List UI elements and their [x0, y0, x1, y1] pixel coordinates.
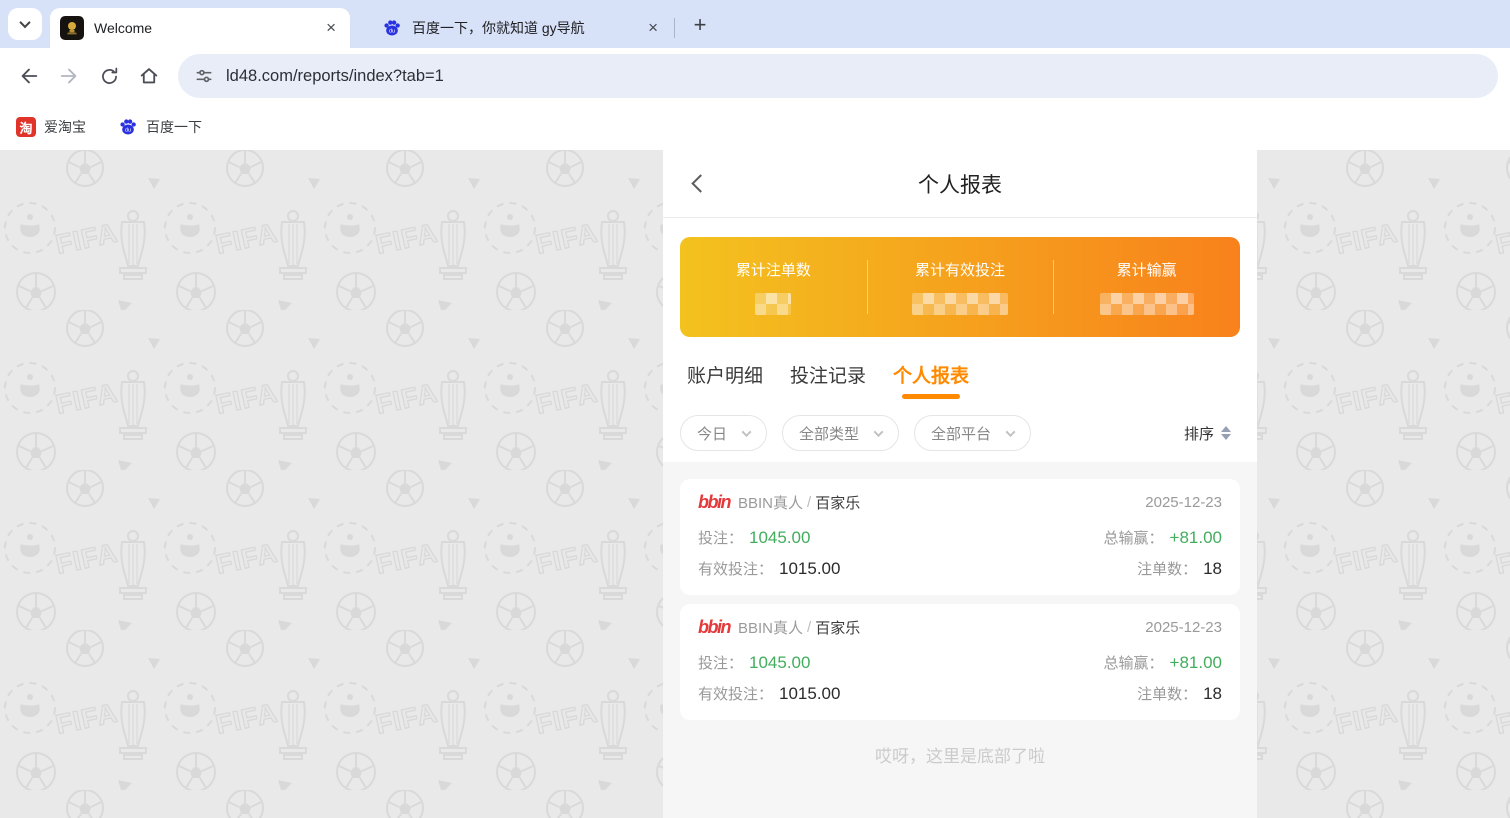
separator: /	[807, 619, 811, 636]
bookmark-aitaobao[interactable]: 淘 爱淘宝	[16, 117, 86, 137]
separator: /	[807, 494, 811, 511]
back-arrow-icon	[18, 65, 40, 87]
tab-title: 百度一下，你就知道 gy导航	[412, 18, 644, 38]
tab-separator	[674, 18, 675, 38]
page-title: 个人报表	[918, 169, 1002, 199]
stat-label: 累计有效投注	[867, 259, 1054, 280]
valid-bet-value: 1015.00	[779, 684, 840, 704]
address-bar[interactable]: ld48.com/reports/index?tab=1	[178, 54, 1498, 98]
count-label: 注单数：	[1137, 558, 1197, 579]
record-date: 2025-12-23	[1145, 494, 1222, 511]
provider-name: BBIN真人	[738, 617, 803, 638]
baidu-paw-icon: du	[382, 18, 402, 38]
valid-bet-label: 有效投注：	[698, 558, 773, 579]
filter-label: 全部平台	[931, 423, 991, 444]
page-viewport: FIFA	[0, 150, 1510, 818]
page-header: 个人报表	[663, 150, 1257, 218]
sort-label: 排序	[1184, 423, 1214, 444]
bbin-logo-icon: bbin	[698, 492, 730, 513]
bookmark-baidu[interactable]: du 百度一下	[118, 117, 202, 137]
bet-value: 1045.00	[749, 653, 810, 673]
stat-total-valid-bets: 累计有效投注	[867, 259, 1054, 315]
browser-tab-welcome[interactable]: Welcome ×	[50, 8, 350, 48]
valid-bet-value: 1015.00	[779, 559, 840, 579]
new-tab-button[interactable]: +	[685, 10, 715, 40]
filter-date-dropdown[interactable]: 今日	[680, 415, 767, 451]
chevron-left-icon	[691, 174, 709, 192]
forward-button[interactable]	[52, 59, 86, 93]
tab-bet-records[interactable]: 投注记录	[790, 361, 866, 404]
record-card[interactable]: bbin BBIN真人 / 百家乐 2025-12-23 投注： 1045.00…	[680, 479, 1240, 595]
filter-row: 今日 全部类型 全部平台 排序	[663, 404, 1257, 462]
provider-name: BBIN真人	[738, 492, 803, 513]
end-of-list-text: 哎呀，这里是底部了啦	[680, 742, 1240, 767]
browser-tab-strip: Welcome × du 百度一下，你就知道 gy导航 × +	[0, 0, 1510, 48]
report-panel: 个人报表 累计注单数 累计有效投注 累计输赢 账户明细 投注记录 个人报表 今日	[663, 150, 1257, 818]
filter-label: 全部类型	[799, 423, 859, 444]
bet-value: 1045.00	[749, 528, 810, 548]
home-icon	[138, 65, 160, 87]
record-card[interactable]: bbin BBIN真人 / 百家乐 2025-12-23 投注： 1045.00…	[680, 604, 1240, 720]
home-button[interactable]	[132, 59, 166, 93]
valid-bet-label: 有效投注：	[698, 683, 773, 704]
filter-platform-dropdown[interactable]: 全部平台	[914, 415, 1031, 451]
winloss-label: 总输赢：	[1104, 652, 1164, 673]
count-value: 18	[1203, 559, 1222, 579]
game-name: 百家乐	[815, 492, 860, 513]
winloss-value: +81.00	[1170, 528, 1222, 548]
game-crest-icon	[60, 16, 84, 40]
stat-total-bets-count: 累计注单数	[680, 259, 867, 315]
taobao-icon: 淘	[16, 117, 36, 137]
page-back-button[interactable]	[689, 174, 709, 194]
tab-account-details[interactable]: 账户明细	[687, 361, 763, 404]
browser-toolbar: ld48.com/reports/index?tab=1	[0, 48, 1510, 104]
site-settings-icon[interactable]	[194, 66, 214, 86]
filter-type-dropdown[interactable]: 全部类型	[782, 415, 899, 451]
tab-close-icon[interactable]: ×	[322, 18, 340, 38]
winloss-value: +81.00	[1170, 653, 1222, 673]
masked-value	[1100, 293, 1194, 315]
chevron-down-icon	[874, 427, 884, 437]
record-date: 2025-12-23	[1145, 619, 1222, 636]
chevron-down-icon	[742, 427, 752, 437]
masked-value	[755, 293, 791, 315]
bet-label: 投注：	[698, 652, 743, 673]
bet-label: 投注：	[698, 527, 743, 548]
tab-search-button[interactable]	[8, 8, 42, 40]
forward-arrow-icon	[58, 65, 80, 87]
svg-text:du: du	[125, 128, 131, 134]
tab-personal-report[interactable]: 个人报表	[893, 361, 969, 404]
url-text: ld48.com/reports/index?tab=1	[226, 67, 444, 86]
report-tabs: 账户明细 投注记录 个人报表	[663, 337, 1257, 404]
reload-button[interactable]	[92, 59, 126, 93]
back-button[interactable]	[12, 59, 46, 93]
sort-arrows-icon	[1221, 426, 1231, 440]
stat-label: 累计注单数	[680, 259, 867, 280]
stat-label: 累计输赢	[1053, 259, 1240, 280]
winloss-label: 总输赢：	[1104, 527, 1164, 548]
svg-text:du: du	[389, 29, 395, 35]
browser-tab-baidu[interactable]: du 百度一下，你就知道 gy导航 ×	[372, 8, 672, 48]
game-name: 百家乐	[815, 617, 860, 638]
chevron-down-icon	[1006, 427, 1016, 437]
masked-value	[912, 293, 1008, 315]
reload-icon	[99, 66, 120, 87]
tab-close-icon[interactable]: ×	[644, 18, 662, 38]
chevron-down-icon	[19, 17, 30, 28]
bookmark-label: 爱淘宝	[44, 117, 86, 137]
summary-stats-card: 累计注单数 累计有效投注 累计输赢	[680, 237, 1240, 337]
bookmark-label: 百度一下	[146, 117, 202, 137]
records-list: bbin BBIN真人 / 百家乐 2025-12-23 投注： 1045.00…	[663, 462, 1257, 818]
baidu-paw-icon: du	[118, 117, 138, 137]
filter-label: 今日	[697, 423, 727, 444]
sort-control[interactable]: 排序	[1184, 423, 1231, 444]
bookmarks-bar: 淘 爱淘宝 du 百度一下	[0, 104, 1510, 150]
stat-total-winloss: 累计输赢	[1053, 259, 1240, 315]
count-label: 注单数：	[1137, 683, 1197, 704]
tab-title: Welcome	[94, 20, 322, 36]
bbin-logo-icon: bbin	[698, 617, 730, 638]
count-value: 18	[1203, 684, 1222, 704]
